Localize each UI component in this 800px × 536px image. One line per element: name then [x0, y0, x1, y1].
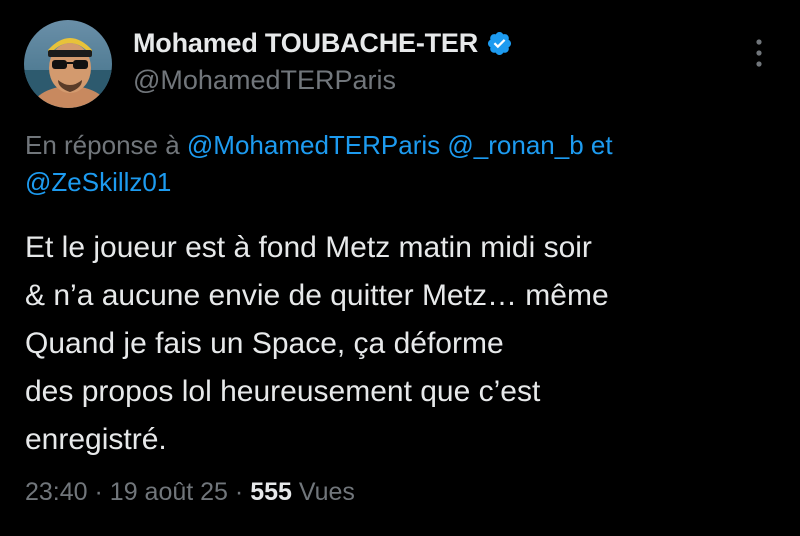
views-count: 555 — [250, 478, 292, 506]
tweet-line: & n’a aucune envie de quitter Metz… même — [25, 279, 609, 312]
mention-link[interactable]: @MohamedTERParis — [187, 130, 440, 160]
author-name-row: Mohamed TOUBACHE-TER — [133, 28, 513, 59]
mention-link[interactable]: @ZeSkillz01 — [25, 167, 171, 197]
tweet-line: Quand je fais un Space, ça déforme — [25, 327, 504, 360]
meta-separator: · — [94, 478, 103, 506]
reply-context: En réponse à @MohamedTERParis @_ronan_b … — [25, 127, 765, 201]
tweet-line: des propos lol heureusement que c’est — [25, 375, 541, 408]
tweet-text: Et le joueur est à fond Metz matin midi … — [25, 224, 775, 464]
reply-prefix: En réponse à — [25, 130, 180, 160]
tweet-time[interactable]: 23:40 — [25, 478, 88, 506]
verified-badge-icon[interactable] — [486, 30, 513, 57]
tweet-line: enregistré. — [25, 423, 167, 456]
tweet-date[interactable]: 19 août 25 — [110, 478, 228, 506]
views-label: Vues — [298, 478, 355, 506]
tweet-line: Et le joueur est à fond Metz matin midi … — [25, 231, 592, 264]
more-options-button[interactable] — [742, 36, 776, 70]
display-name[interactable]: Mohamed TOUBACHE-TER — [133, 28, 478, 59]
meta-separator: · — [234, 478, 244, 506]
avatar-photo — [24, 20, 112, 108]
tweet-meta: 23:40 · 19 août 25 · 555 Vues — [25, 478, 355, 507]
reply-conjunction: et — [590, 130, 613, 160]
avatar[interactable] — [24, 20, 112, 108]
more-options-icon — [756, 39, 762, 67]
author-handle[interactable]: @MohamedTERParis — [133, 65, 396, 96]
mention-link[interactable]: @_ronan_b — [447, 130, 583, 160]
